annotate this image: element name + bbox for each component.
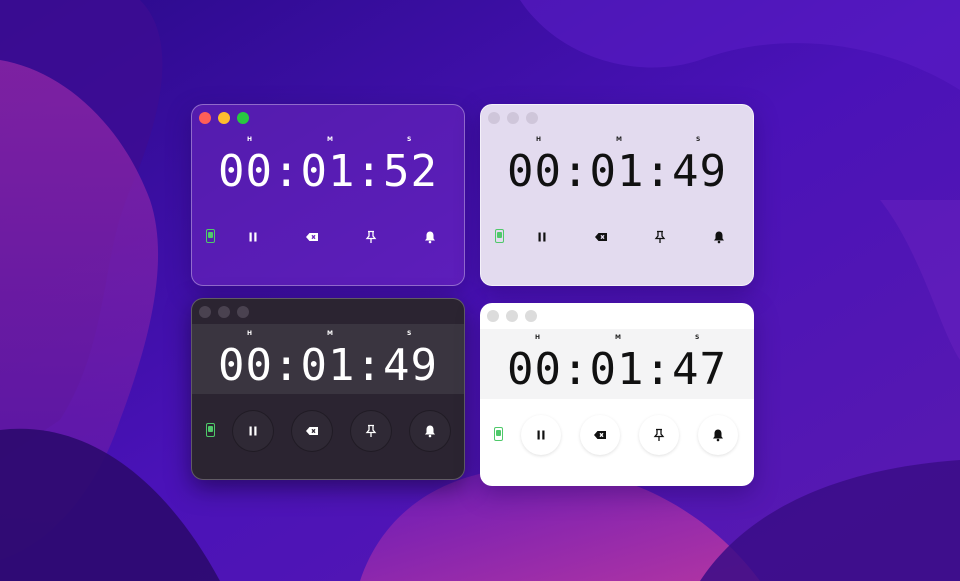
minutes-label: M (327, 136, 333, 143)
timer-window-dark: H M S 00:01:49 (191, 298, 465, 480)
window-controls (487, 310, 537, 322)
minimize-window-button[interactable] (218, 306, 230, 318)
close-window-button[interactable] (488, 112, 500, 124)
window-controls (199, 112, 249, 124)
clear-button[interactable] (581, 217, 621, 257)
seconds-label: S (407, 136, 412, 143)
pin-icon (654, 230, 666, 243)
seconds-label: S (407, 330, 412, 337)
minutes-label: M (327, 330, 333, 337)
clear-button[interactable] (580, 415, 620, 455)
hours-label: H (247, 136, 253, 143)
timer-display: 00:01:49 (218, 340, 438, 391)
close-window-button[interactable] (199, 306, 211, 318)
pause-icon (537, 430, 545, 440)
close-window-button[interactable] (487, 310, 499, 322)
timer-window-white: H M S 00:01:47 (480, 303, 754, 486)
hours-label: H (536, 136, 542, 143)
timer-window-lilac: H M S 00:01:49 (480, 104, 754, 286)
pin-button[interactable] (640, 217, 680, 257)
pin-icon (365, 230, 377, 243)
maximize-window-button[interactable] (525, 310, 537, 322)
pin-button[interactable] (351, 217, 391, 257)
pause-icon (538, 232, 546, 242)
pause-icon (249, 232, 257, 242)
hours-label: H (247, 330, 253, 337)
maximize-window-button[interactable] (526, 112, 538, 124)
bell-icon (713, 429, 723, 442)
alarm-button[interactable] (698, 415, 738, 455)
time-unit-labels: H M S (480, 334, 754, 344)
backspace-icon (306, 427, 318, 435)
timer-controls (192, 411, 464, 451)
hours-label: H (535, 334, 541, 341)
timer-window-purple: H M S 00:01:52 (191, 104, 465, 286)
maximize-window-button[interactable] (237, 112, 249, 124)
alarm-button[interactable] (410, 217, 450, 257)
clear-button[interactable] (292, 217, 332, 257)
minimize-window-button[interactable] (218, 112, 230, 124)
maximize-window-button[interactable] (237, 306, 249, 318)
clear-button[interactable] (292, 411, 332, 451)
backspace-icon (594, 431, 606, 439)
seconds-label: S (696, 136, 701, 143)
timer-display: 00:01:49 (507, 146, 727, 197)
window-controls (199, 306, 249, 318)
timer-display: 00:01:47 (507, 344, 727, 395)
time-unit-labels: H M S (192, 136, 464, 146)
pause-button[interactable] (233, 411, 273, 451)
seconds-label: S (695, 334, 700, 341)
alarm-button[interactable] (699, 217, 739, 257)
backspace-icon (595, 233, 607, 241)
battery-icon (495, 229, 504, 243)
close-window-button[interactable] (199, 112, 211, 124)
time-unit-labels: H M S (192, 330, 464, 340)
pause-button[interactable] (233, 217, 273, 257)
pause-button[interactable] (521, 415, 561, 455)
pause-icon (249, 426, 257, 436)
window-controls (488, 112, 538, 124)
pin-button[interactable] (351, 411, 391, 451)
minutes-label: M (615, 334, 621, 341)
minimize-window-button[interactable] (507, 112, 519, 124)
time-unit-labels: H M S (481, 136, 753, 146)
minimize-window-button[interactable] (506, 310, 518, 322)
pin-button[interactable] (639, 415, 679, 455)
alarm-button[interactable] (410, 411, 450, 451)
bell-icon (425, 231, 435, 244)
battery-icon (206, 229, 215, 243)
desktop-wallpaper (0, 0, 960, 581)
bell-icon (425, 425, 435, 438)
pin-icon (365, 424, 377, 437)
battery-icon (206, 423, 215, 437)
minutes-label: M (616, 136, 622, 143)
pause-button[interactable] (522, 217, 562, 257)
timer-controls (192, 217, 464, 257)
battery-icon (494, 427, 503, 441)
bell-icon (714, 231, 724, 244)
timer-controls (480, 415, 754, 455)
pin-icon (653, 428, 665, 441)
timer-display: 00:01:52 (218, 146, 438, 197)
backspace-icon (306, 233, 318, 241)
timer-controls (481, 217, 753, 257)
